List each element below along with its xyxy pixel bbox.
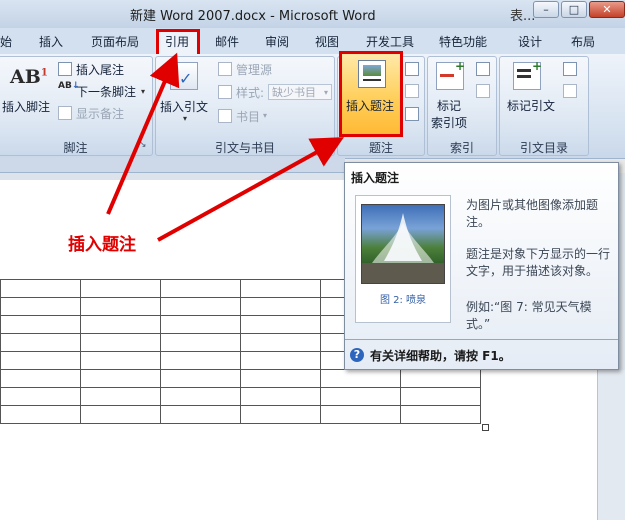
- arrow-to-references-tab: [106, 52, 180, 215]
- tooltip-title: 插入题注: [351, 171, 400, 185]
- tooltip-description-1: 为图片或其他图像添加题注。: [466, 198, 599, 229]
- insert-caption-tooltip: 插入题注 图 2: 喷泉 为图片或其他图像添加题注。 题注是对象下方显示的一行文…: [344, 162, 619, 370]
- tooltip-divider: [345, 339, 618, 340]
- tooltip-description-2: 题注是对象下方显示的一行文字，用于描述该对象。: [466, 247, 611, 278]
- fountain-icon: [362, 213, 444, 283]
- annotation-label: 插入题注: [68, 235, 136, 255]
- tooltip-description-3: 例如:“图 7: 常见天气模式。”: [466, 300, 592, 331]
- arrow-to-insert-caption: [157, 137, 345, 242]
- fountain-image: [361, 204, 445, 284]
- tooltip-preview: 图 2: 喷泉: [355, 195, 451, 323]
- tooltip-help-text: 有关详细帮助，请按 F1。: [370, 349, 511, 363]
- help-icon: ?: [350, 348, 364, 362]
- tooltip-image-caption: 图 2: 喷泉: [379, 295, 427, 306]
